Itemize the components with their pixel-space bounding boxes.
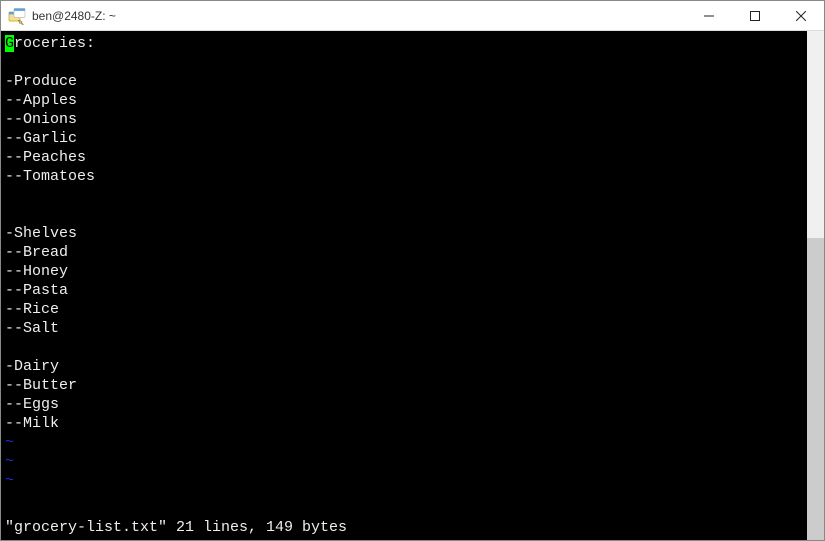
editor-line: --Butter — [5, 376, 803, 395]
editor-line: --Apples — [5, 91, 803, 110]
editor-line: --Onions — [5, 110, 803, 129]
editor-line: --Milk — [5, 414, 803, 433]
window-titlebar: ben@2480-Z: ~ — [1, 1, 824, 31]
app-icon — [8, 7, 26, 25]
editor-line: --Peaches — [5, 148, 803, 167]
empty-tilde-line: ~ — [5, 433, 803, 452]
editor-line: -Produce — [5, 72, 803, 91]
editor-line: -Shelves — [5, 224, 803, 243]
minimize-button[interactable] — [686, 1, 732, 31]
terminal[interactable]: Groceries: -Produce --Apples --Onions --… — [1, 31, 807, 540]
terminal-area: Groceries: -Produce --Apples --Onions --… — [1, 31, 824, 540]
vertical-scrollbar[interactable] — [807, 31, 824, 540]
editor-line — [5, 186, 803, 205]
editor-line: --Bread — [5, 243, 803, 262]
cursor: G — [5, 35, 14, 52]
editor-line: -Dairy — [5, 357, 803, 376]
maximize-button[interactable] — [732, 1, 778, 31]
close-button[interactable] — [778, 1, 824, 31]
editor-line: --Salt — [5, 319, 803, 338]
vim-status-line: "grocery-list.txt" 21 lines, 149 bytes — [5, 518, 803, 537]
editor-line: Groceries: — [5, 34, 803, 53]
empty-tilde-line: ~ — [5, 471, 803, 490]
editor-line — [5, 205, 803, 224]
editor-line: --Rice — [5, 300, 803, 319]
window-title: ben@2480-Z: ~ — [32, 9, 116, 23]
scrollbar-thumb[interactable] — [807, 238, 824, 540]
line-rest: roceries: — [14, 35, 95, 52]
empty-tilde-line: ~ — [5, 452, 803, 471]
editor-line: --Honey — [5, 262, 803, 281]
editor-line: --Tomatoes — [5, 167, 803, 186]
editor-line: --Garlic — [5, 129, 803, 148]
editor-line — [5, 338, 803, 357]
editor-line — [5, 53, 803, 72]
editor-line: --Pasta — [5, 281, 803, 300]
editor-line: --Eggs — [5, 395, 803, 414]
